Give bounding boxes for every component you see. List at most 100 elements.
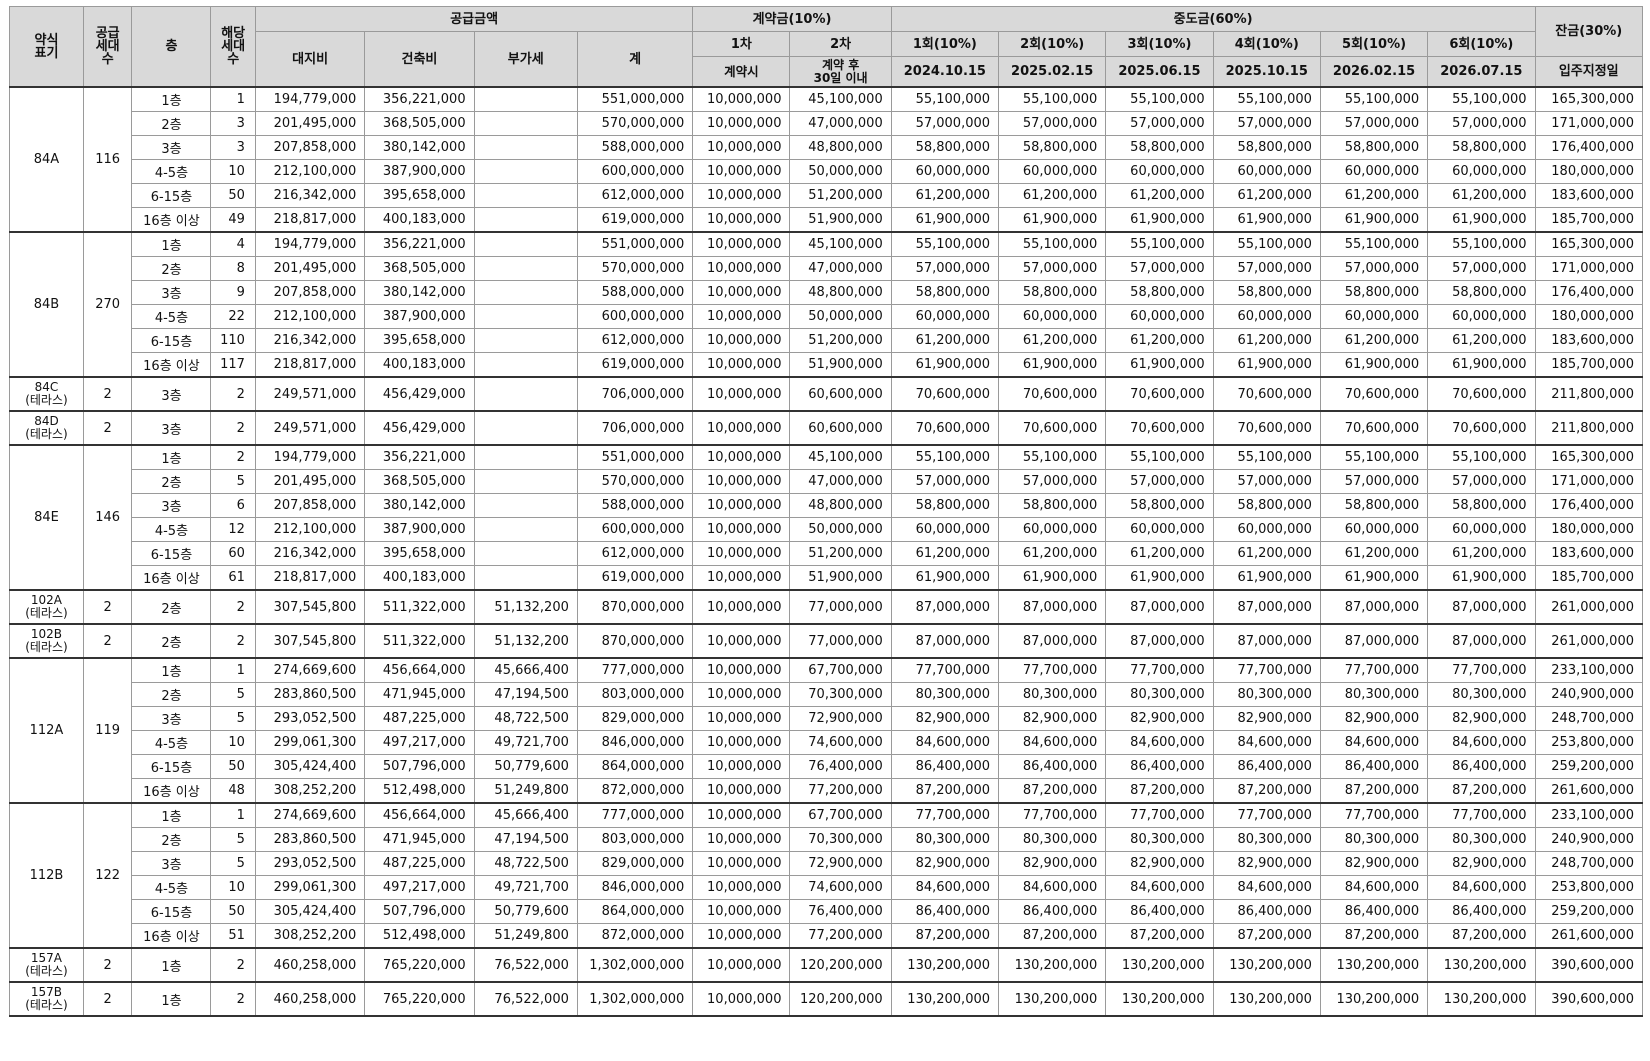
middle-payment-4-cell: 84,600,000 bbox=[1212, 730, 1321, 755]
middle-payment-5-cell: 58,800,000 bbox=[1319, 280, 1429, 305]
table-row: 2층 8 201,495,000 368,505,000 570,000,000 10,0… bbox=[10, 256, 1644, 281]
unit-type-cell: 84B bbox=[9, 231, 84, 378]
table-row: 84B 270 1층 4 194,779,000 356,221,000 551,000,0… bbox=[9, 231, 1644, 378]
deposit2-cell: 72,900,000 bbox=[789, 706, 892, 731]
total-cell: 570,000,000 bbox=[576, 111, 694, 136]
middle-payment-3-cell: 61,200,000 bbox=[1105, 328, 1214, 353]
middle-payment-3-cell: 61,900,000 bbox=[1105, 565, 1214, 591]
floor-cell: 16층 이상 bbox=[131, 778, 212, 804]
deposit2-cell: 48,800,000 bbox=[789, 280, 892, 305]
land-cost-cell: 201,495,000 bbox=[254, 469, 366, 494]
land-cost-cell: 283,860,500 bbox=[254, 827, 366, 852]
land-cost-cell: 218,817,000 bbox=[254, 565, 366, 591]
vat-cell bbox=[473, 280, 578, 305]
middle-payment-1-cell: 61,200,000 bbox=[890, 183, 1000, 208]
middle-payment-5-cell: 84,600,000 bbox=[1319, 730, 1429, 755]
middle-payment-3-cell: 82,900,000 bbox=[1105, 851, 1214, 876]
middle-payment-6-cell: 80,300,000 bbox=[1427, 682, 1536, 707]
floor-units-cell: 5 bbox=[210, 851, 256, 876]
build-cost-cell: 380,142,000 bbox=[364, 493, 475, 518]
table-row: 6-15층 110 216,342,000 395,658,000 612,000,00… bbox=[10, 328, 1644, 353]
middle-payment-6-cell: 87,200,000 bbox=[1427, 923, 1536, 949]
middle-payment-6-cell: 80,300,000 bbox=[1427, 827, 1536, 852]
middle-payment-2-cell: 61,200,000 bbox=[998, 183, 1107, 208]
build-cost-cell: 507,796,000 bbox=[364, 754, 475, 779]
floor-units-cell: 50 bbox=[210, 754, 256, 779]
middle-payment-4-cell: 82,900,000 bbox=[1212, 706, 1321, 731]
middle-payment-6-cell: 61,900,000 bbox=[1427, 207, 1536, 233]
middle-payment-5-cell: 58,800,000 bbox=[1319, 135, 1429, 160]
middle-payment-3-cell: 57,000,000 bbox=[1105, 469, 1214, 494]
middle-payment-5-cell: 70,600,000 bbox=[1319, 376, 1429, 412]
vat-cell bbox=[473, 304, 578, 329]
deposit1-cell: 10,000,000 bbox=[692, 135, 791, 160]
header-balance: 잔금(30%) bbox=[1534, 6, 1644, 57]
deposit2-cell: 51,900,000 bbox=[789, 565, 892, 591]
land-cost-cell: 460,258,000 bbox=[254, 981, 366, 1017]
vat-cell bbox=[473, 410, 578, 446]
land-cost-cell: 216,342,000 bbox=[254, 328, 366, 353]
middle-payment-5-cell: 87,200,000 bbox=[1319, 923, 1429, 949]
total-cell: 777,000,000 bbox=[576, 657, 694, 683]
table-row: 16층 이상 61 218,817,000 400,183,000 619,000,00… bbox=[10, 565, 1644, 591]
floor-cell: 4-5층 bbox=[131, 304, 212, 329]
total-cell: 612,000,000 bbox=[576, 541, 694, 566]
balance-cell: 233,100,000 bbox=[1534, 802, 1644, 828]
middle-payment-1-cell: 130,200,000 bbox=[890, 981, 1000, 1017]
middle-payment-3-cell: 61,900,000 bbox=[1105, 352, 1214, 378]
floor-units-cell: 10 bbox=[210, 730, 256, 755]
floor-units-cell: 2 bbox=[210, 981, 256, 1017]
floor-cell: 3층 bbox=[131, 280, 212, 305]
deposit2-cell: 72,900,000 bbox=[789, 851, 892, 876]
table-row: 16층 이상 49 218,817,000 400,183,000 619,000,00… bbox=[10, 207, 1644, 233]
middle-payment-2-cell: 87,200,000 bbox=[998, 923, 1107, 949]
middle-payment-5-cell: 61,900,000 bbox=[1319, 352, 1429, 378]
balance-cell: 233,100,000 bbox=[1534, 657, 1644, 683]
middle-payment-2-cell: 55,100,000 bbox=[998, 86, 1107, 112]
deposit2-cell: 45,100,000 bbox=[789, 444, 892, 470]
land-cost-cell: 207,858,000 bbox=[254, 493, 366, 518]
deposit1-cell: 10,000,000 bbox=[692, 706, 791, 731]
floor-cell: 3층 bbox=[131, 851, 212, 876]
deposit2-cell: 47,000,000 bbox=[789, 469, 892, 494]
floor-cell: 2층 bbox=[131, 827, 212, 852]
middle-payment-6-cell: 87,000,000 bbox=[1427, 623, 1536, 659]
floor-cell: 2층 bbox=[131, 469, 212, 494]
middle-payment-4-cell: 57,000,000 bbox=[1212, 469, 1321, 494]
middle-payment-4-cell: 86,400,000 bbox=[1212, 754, 1321, 779]
balance-cell: 180,000,000 bbox=[1534, 159, 1644, 184]
floor-cell: 1층 bbox=[131, 802, 212, 828]
middle-payment-4-cell: 61,200,000 bbox=[1212, 328, 1321, 353]
vat-cell bbox=[473, 111, 578, 136]
middle-payment-5-cell: 77,700,000 bbox=[1319, 657, 1429, 683]
middle-payment-6-cell: 61,200,000 bbox=[1427, 541, 1536, 566]
middle-payment-1-cell: 58,800,000 bbox=[890, 280, 1000, 305]
unit-type-cell: 102B (테라스) bbox=[9, 623, 84, 659]
floor-units-cell: 5 bbox=[210, 827, 256, 852]
supply-units-cell: 2 bbox=[82, 623, 133, 659]
vat-cell: 47,194,500 bbox=[473, 682, 578, 707]
floor-units-cell: 22 bbox=[210, 304, 256, 329]
table-row: 4-5층 10 212,100,000 387,900,000 600,000,000 1… bbox=[10, 159, 1644, 184]
floor-units-cell: 48 bbox=[210, 778, 256, 804]
middle-payment-6-cell: 77,700,000 bbox=[1427, 802, 1536, 828]
middle-payment-1-cell: 60,000,000 bbox=[890, 304, 1000, 329]
middle-payment-6-cell: 58,800,000 bbox=[1427, 493, 1536, 518]
middle-payment-3-cell: 58,800,000 bbox=[1105, 135, 1214, 160]
land-cost-cell: 249,571,000 bbox=[254, 376, 366, 412]
middle-payment-4-cell: 60,000,000 bbox=[1212, 304, 1321, 329]
deposit1-cell: 10,000,000 bbox=[692, 444, 791, 470]
deposit1-cell: 10,000,000 bbox=[692, 730, 791, 755]
build-cost-cell: 471,945,000 bbox=[364, 827, 475, 852]
total-cell: 619,000,000 bbox=[576, 352, 694, 378]
middle-payment-6-cell: 82,900,000 bbox=[1427, 706, 1536, 731]
middle-payment-1-cell: 61,200,000 bbox=[890, 541, 1000, 566]
middle-payment-2-cell: 57,000,000 bbox=[998, 111, 1107, 136]
floor-cell: 2층 bbox=[131, 111, 212, 136]
middle-payment-4-cell: 87,000,000 bbox=[1212, 623, 1321, 659]
middle-payment-1-cell: 55,100,000 bbox=[890, 444, 1000, 470]
middle-payment-3-cell: 58,800,000 bbox=[1105, 280, 1214, 305]
deposit2-cell: 50,000,000 bbox=[789, 159, 892, 184]
header-mid-date-3: 2025.06.15 bbox=[1105, 56, 1214, 88]
middle-payment-6-cell: 57,000,000 bbox=[1427, 469, 1536, 494]
